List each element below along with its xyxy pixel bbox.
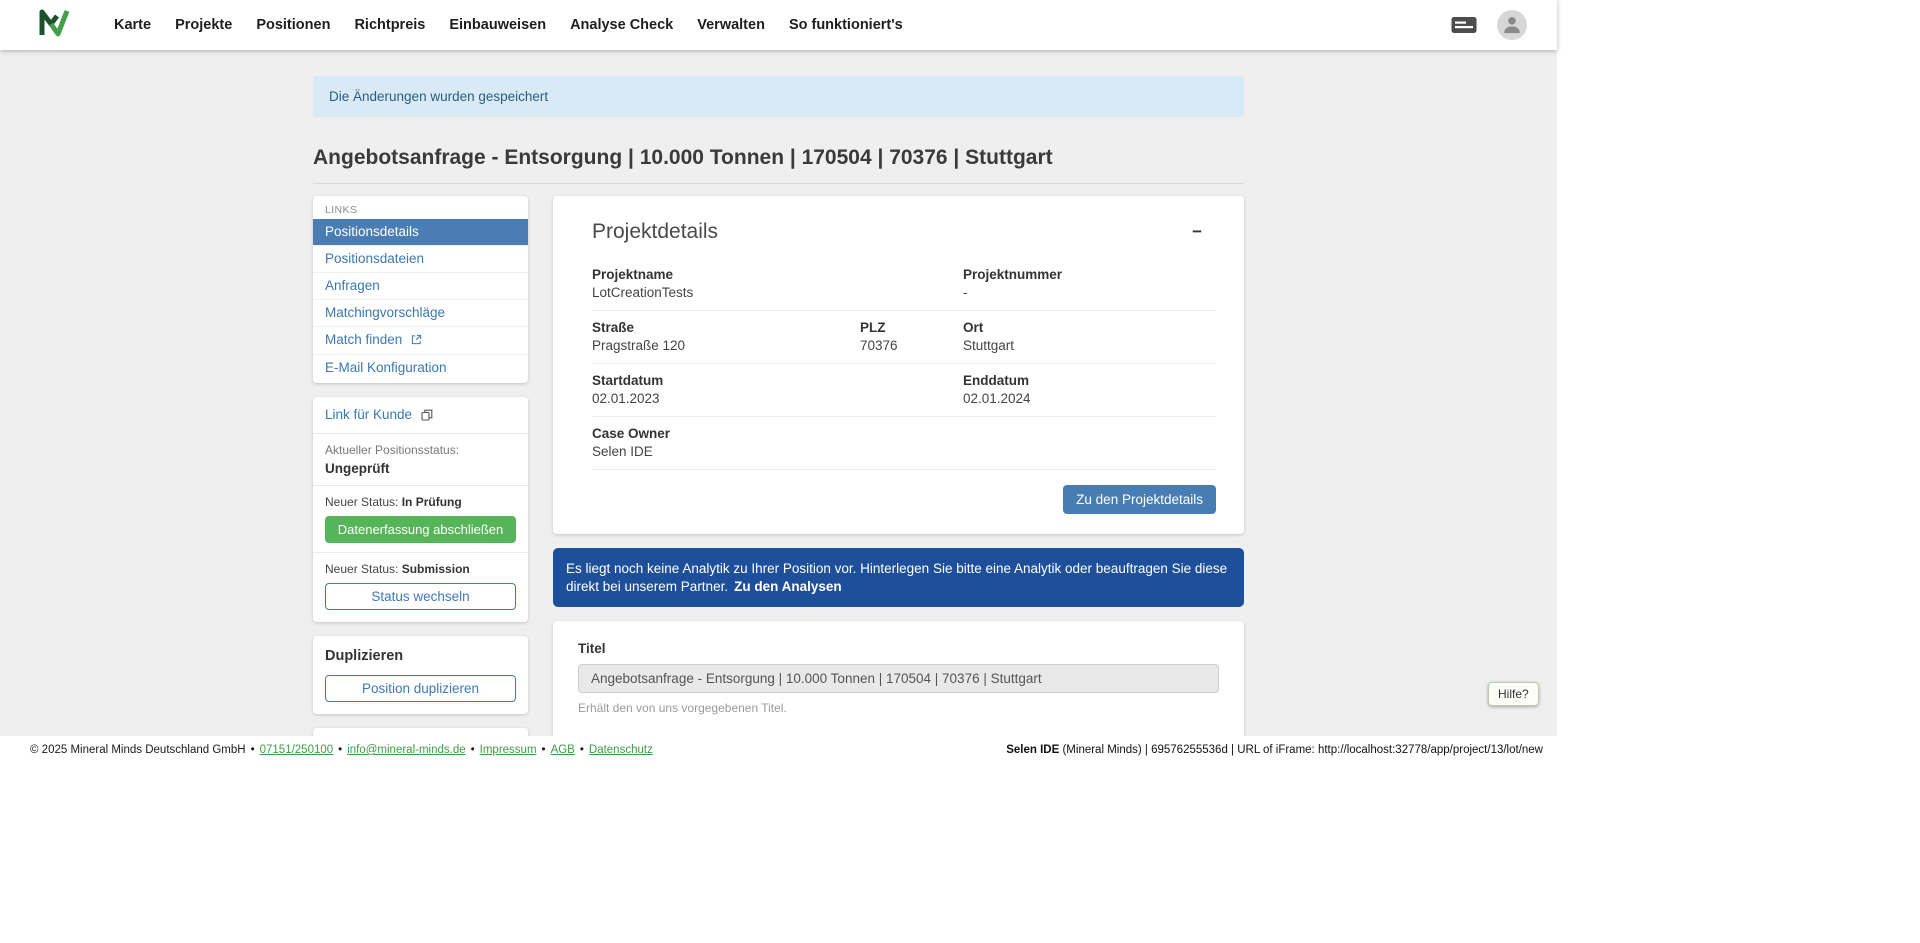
customer-link[interactable]: Link für Kunde (325, 407, 412, 422)
title-divider (313, 183, 1244, 184)
navbar-right (1451, 10, 1527, 40)
ort-label: Ort (963, 320, 1216, 335)
impressum-link[interactable]: Impressum (480, 744, 537, 756)
separator-dot: • (542, 744, 546, 756)
sidebar-item-anfragen[interactable]: Anfragen (313, 273, 528, 300)
project-details-title: Projektdetails (592, 220, 1216, 244)
nav-item-projekte[interactable]: Projekte (175, 17, 232, 33)
copyright-text: © 2025 Mineral Minds Deutschland GmbH (30, 744, 246, 756)
status-card: Link für Kunde Aktueller Positionsstatus… (313, 397, 528, 622)
new-status-line-2: Neuer Status: Submission (325, 562, 516, 576)
strasse-value: Pragstraße 120 (592, 338, 860, 353)
app-frame: Karte Projekte Positionen Richtpreis Ein… (0, 0, 1557, 764)
nav-item-so-funktionierts[interactable]: So funktioniert's (789, 17, 903, 33)
startdatum-value: 02.01.2023 (592, 391, 963, 406)
strasse-label: Straße (592, 320, 860, 335)
separator-dot: • (471, 744, 475, 756)
user-avatar[interactable] (1497, 10, 1527, 40)
analytics-link[interactable]: Zu den Analysen (734, 579, 842, 594)
duplicate-position-button[interactable]: Position duplizieren (325, 675, 516, 702)
mineral-minds-logo-icon (38, 8, 70, 42)
projektnummer-label: Projektnummer (963, 267, 1216, 282)
duplicate-card: Duplizieren Position duplizieren (313, 636, 528, 714)
session-info: Selen IDE (Mineral Minds) | 69576255536d… (1006, 744, 1543, 756)
project-details-button[interactable]: Zu den Projektdetails (1063, 485, 1216, 514)
sidebar: LINKS Positionsdetails Positionsdateien … (313, 196, 528, 736)
plz-label: PLZ (860, 320, 963, 335)
project-actions: Zu den Projektdetails (592, 485, 1216, 514)
project-row-2: Straße Pragstraße 120 PLZ 70376 Ort Stut… (592, 311, 1216, 364)
main-nav: Karte Projekte Positionen Richtpreis Ein… (114, 17, 903, 33)
cancel-card: Stornieren Stornieren (313, 728, 528, 736)
sidebar-item-match-finden[interactable]: Match finden (313, 327, 528, 355)
links-card: LINKS Positionsdetails Positionsdateien … (313, 196, 528, 383)
separator-dot: • (580, 744, 584, 756)
titel-input (578, 664, 1219, 693)
divider (313, 485, 528, 486)
startdatum-label: Startdatum (592, 373, 963, 388)
datenschutz-link[interactable]: Datenschutz (589, 744, 653, 756)
session-user-name: Selen IDE (1006, 744, 1059, 756)
top-navbar: Karte Projekte Positionen Richtpreis Ein… (0, 0, 1557, 50)
content-container: Die Änderungen wurden gespeichert Angebo… (313, 50, 1244, 736)
analytics-banner-text: Es liegt noch keine Analytik zu Ihrer Po… (566, 561, 1227, 594)
nav-item-richtpreis[interactable]: Richtpreis (354, 17, 425, 33)
page-title: Angebotsanfrage - Entsorgung | 10.000 To… (313, 146, 1244, 170)
nav-item-karte[interactable]: Karte (114, 17, 151, 33)
analytics-banner: Es liegt noch keine Analytik zu Ihrer Po… (553, 548, 1244, 607)
case-owner-value: Selen IDE (592, 444, 1216, 459)
phone-link[interactable]: 07151/250100 (260, 744, 334, 756)
projektname-label: Projektname (592, 267, 963, 282)
enddatum-value: 02.01.2024 (963, 391, 1216, 406)
current-status-label: Aktueller Positionsstatus: (325, 443, 516, 457)
links-card-header: LINKS (313, 196, 528, 219)
project-row-3: Startdatum 02.01.2023 Enddatum 02.01.202… (592, 364, 1216, 417)
footer-left: © 2025 Mineral Minds Deutschland GmbH • … (30, 744, 653, 756)
new-status-line-1: Neuer Status: In Prüfung (325, 495, 516, 509)
project-row-4: Case Owner Selen IDE (592, 417, 1216, 470)
projektname-value: LotCreationTests (592, 285, 963, 300)
current-status-value: Ungeprüft (325, 461, 516, 476)
position-form-card: Titel Erhält den von uns vorgegebenen Ti… (553, 621, 1244, 736)
collapse-icon[interactable]: − (1186, 222, 1208, 241)
two-column-layout: LINKS Positionsdetails Positionsdateien … (313, 196, 1244, 736)
project-details-card: Projektdetails − Projektname LotCreation… (553, 196, 1244, 534)
projektnummer-value: - (963, 285, 1216, 300)
nav-item-analyse-check[interactable]: Analyse Check (570, 17, 673, 33)
switch-status-button[interactable]: Status wechseln (325, 583, 516, 610)
titel-label: Titel (578, 641, 1219, 656)
divider (313, 552, 528, 553)
divider (313, 433, 528, 434)
footer: © 2025 Mineral Minds Deutschland GmbH • … (0, 736, 1557, 764)
main-column: Projektdetails − Projektname LotCreation… (553, 196, 1244, 736)
case-owner-label: Case Owner (592, 426, 1216, 441)
separator-dot: • (251, 744, 255, 756)
titel-help: Erhält den von uns vorgegebenen Titel. (578, 701, 1219, 715)
success-alert: Die Änderungen wurden gespeichert (313, 76, 1244, 117)
panel-toggle-icon[interactable] (1451, 15, 1477, 35)
email-link[interactable]: info@mineral-minds.de (347, 744, 465, 756)
sidebar-item-positionsdateien[interactable]: Positionsdateien (313, 246, 528, 273)
session-details: (Mineral Minds) | 69576255536d | URL of … (1059, 744, 1543, 756)
nav-item-verwalten[interactable]: Verwalten (697, 17, 765, 33)
enddatum-label: Enddatum (963, 373, 1216, 388)
sidebar-item-positionsdetails[interactable]: Positionsdetails (313, 219, 528, 246)
complete-data-entry-button[interactable]: Datenerfassung abschließen (325, 516, 516, 543)
page-background: Die Änderungen wurden gespeichert Angebo… (0, 50, 1557, 736)
agb-link[interactable]: AGB (551, 744, 575, 756)
copy-icon[interactable] (418, 410, 433, 424)
person-icon (1501, 13, 1523, 40)
sidebar-item-email-konfiguration[interactable]: E-Mail Konfiguration (313, 355, 528, 381)
brand-logo[interactable] (38, 8, 70, 42)
project-row-1: Projektname LotCreationTests Projektnumm… (592, 258, 1216, 311)
separator-dot: • (338, 744, 342, 756)
sidebar-item-matchingvorschlaege[interactable]: Matchingvorschläge (313, 300, 528, 327)
ort-value: Stuttgart (963, 338, 1216, 353)
external-link-icon (407, 333, 422, 348)
plz-value: 70376 (860, 338, 963, 353)
nav-item-positionen[interactable]: Positionen (256, 17, 330, 33)
nav-item-einbauweisen[interactable]: Einbauweisen (449, 17, 546, 33)
duplicate-title: Duplizieren (325, 648, 516, 664)
help-button[interactable]: Hilfe? (1488, 682, 1539, 706)
